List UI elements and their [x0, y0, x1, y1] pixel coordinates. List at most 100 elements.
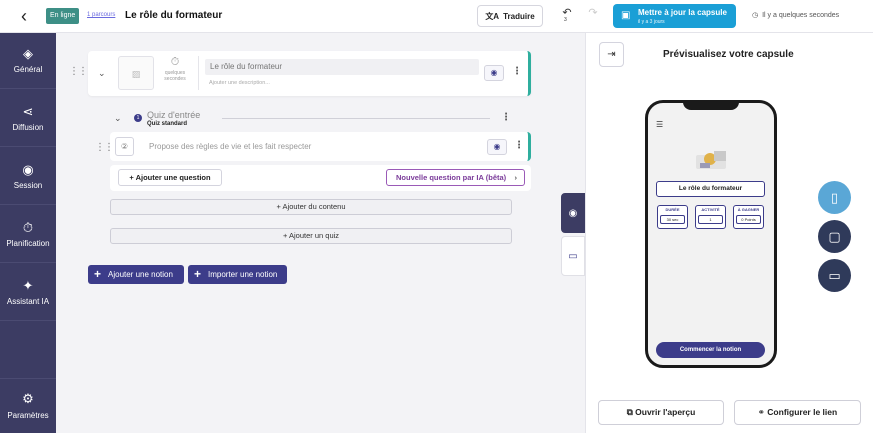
configure-link-button[interactable]: ⚭ Configurer le lien [734, 400, 861, 425]
translate-icon: 文A [485, 11, 500, 21]
link-icon: ⚭ [757, 407, 765, 417]
target-icon: ◉ [22, 162, 34, 177]
status-badge: En ligne [46, 8, 80, 24]
save-icon: ▣ [621, 10, 631, 21]
chevron-right-icon: › [514, 173, 518, 182]
phone-capsule-title: Le rôle du formateur [656, 181, 765, 197]
preview-title: Prévisualisez votre capsule [663, 49, 794, 60]
more-options-icon[interactable]: ⋮ [501, 112, 511, 123]
phone-notch [683, 101, 739, 110]
gear-icon: ⚙ [22, 391, 34, 406]
sidebar-item-session[interactable]: ◉ Session [0, 149, 56, 205]
comments-tab-icon[interactable]: ▭ [561, 236, 585, 276]
question-text[interactable]: Propose des règles de vie et les fait re… [149, 142, 311, 151]
duration-label: quelques secondes [164, 70, 186, 82]
phone-frame [645, 100, 777, 368]
duration-indicator: ⏱ quelques secondes [160, 56, 190, 82]
sidebar-item-general[interactable]: ◈ Général [0, 33, 56, 89]
clock-icon: ◷ [752, 12, 759, 19]
add-question-button[interactable]: + Ajouter une question [118, 169, 222, 186]
open-preview-label: Ouvrir l'aperçu [635, 407, 696, 417]
stat-duration: DURÉE 30 sec [657, 205, 688, 229]
stat-value: 30 sec [660, 215, 685, 224]
pill-icon: ◈ [23, 46, 33, 61]
stat-points: À GAGNER 0 Points [733, 205, 764, 229]
parcours-link[interactable]: 1 parcours [87, 12, 115, 18]
update-label: Mettre à jour la capsule [638, 8, 727, 17]
add-notion-label: Ajouter une notion [108, 270, 173, 279]
sidebar-item-label: Planification [6, 239, 50, 248]
add-content-label: Ajouter du contenu [282, 202, 346, 211]
translate-label: Traduire [503, 11, 535, 21]
configure-link-label: Configurer le lien [767, 407, 838, 417]
visibility-eye-icon[interactable]: ◉ [487, 139, 507, 155]
chevron-down-icon[interactable]: ⌄ [114, 113, 122, 124]
sidebar-item-assistant-ia[interactable]: ✦ Assistant IA [0, 265, 56, 321]
start-notion-button[interactable]: Commencer la notion [656, 342, 765, 358]
ai-question-button[interactable]: Nouvelle question par IA (bêta) › [386, 169, 525, 186]
sidebar: ◈ Général ⋖ Diffusion ◉ Session ⏱ Planif… [0, 33, 56, 433]
undo-icon[interactable]: ↶ [559, 6, 575, 26]
timer-icon: ⏱ [22, 220, 34, 235]
sidebar-item-label: Paramètres [7, 411, 49, 420]
sparkle-icon: ✦ [22, 278, 34, 293]
sidebar-item-label: Assistant IA [6, 297, 50, 306]
cast-icon: ⧉ [626, 407, 633, 417]
laptop-device-icon[interactable]: ▭ [818, 259, 851, 292]
page-title: Le rôle du formateur [125, 10, 223, 21]
import-notion-label: Importer une notion [208, 270, 278, 279]
hamburger-menu-icon: ☰ [656, 120, 664, 129]
plus-icon: + [94, 267, 102, 281]
chapter-title-input[interactable] [205, 59, 479, 75]
question-type-icon: ② [115, 137, 134, 156]
plus-icon: + [282, 231, 288, 240]
update-capsule-button[interactable]: ▣ Mettre à jour la capsule il y a 3 jour… [613, 4, 736, 28]
chapter-description-input[interactable]: Ajouter une description... [209, 80, 270, 86]
phone-device-icon[interactable]: ▯ [818, 181, 851, 214]
drag-handle-icon[interactable]: ⋮⋮ [69, 66, 88, 77]
saved-status-text: Il y a quelques secondes [762, 11, 840, 19]
quiz-badge: 1 [134, 114, 142, 122]
plus-icon: + [194, 267, 202, 281]
quiz-subtitle: Quiz standard [147, 121, 188, 127]
quiz-title[interactable]: Quiz d'entrée [147, 110, 200, 120]
plus-icon: + [276, 202, 281, 211]
redo-icon[interactable]: ↷ [585, 6, 601, 26]
stat-value: 0 Points [736, 215, 761, 224]
add-content-button[interactable]: + Ajouter du contenu [110, 199, 512, 215]
sidebar-item-label: Session [13, 181, 43, 190]
sidebar-item-diffusion[interactable]: ⋖ Diffusion [0, 91, 56, 147]
saved-status: ◷ Il y a quelques secondes [752, 11, 840, 20]
more-options-icon[interactable]: ⋮ [514, 140, 524, 151]
stopwatch-icon: ⏱ [170, 56, 180, 68]
preview-tab-eye-icon[interactable]: ◉ [561, 193, 585, 233]
tablet-device-icon[interactable]: ▢ [818, 220, 851, 253]
undo-count: 3 [564, 17, 567, 23]
stat-value: 1 [698, 215, 723, 224]
top-bar: ‹ En ligne 1 parcours Le rôle du formate… [0, 0, 873, 33]
add-question-label: Ajouter une question [135, 173, 211, 182]
stat-label: ACTIVITÉ [701, 207, 720, 212]
share-icon: ⋖ [22, 104, 34, 119]
chevron-down-icon[interactable]: ⌄ [98, 68, 106, 79]
divider [198, 56, 199, 90]
stat-label: À GAGNER [737, 207, 760, 212]
add-notion-button[interactable]: + Ajouter une notion [88, 265, 184, 284]
add-quiz-label: Ajouter un quiz [289, 231, 340, 240]
more-options-icon[interactable]: ⋮ [512, 66, 522, 77]
import-notion-button[interactable]: + Importer une notion [188, 265, 287, 284]
sidebar-item-label: Diffusion [12, 123, 44, 132]
collapse-panel-icon[interactable]: ⇥ [599, 42, 624, 67]
sidebar-item-planification[interactable]: ⏱ Planification [0, 207, 56, 263]
capsule-illustration [696, 151, 726, 169]
visibility-eye-icon[interactable]: ◉ [484, 65, 504, 81]
update-sublabel: il y a 3 jours [638, 19, 665, 25]
image-placeholder-icon[interactable]: ▨ [118, 56, 154, 90]
back-arrow-icon[interactable]: ‹ [14, 7, 34, 27]
divider [222, 118, 490, 119]
sidebar-item-settings[interactable]: ⚙ Paramètres [0, 378, 56, 433]
add-quiz-button[interactable]: + Ajouter un quiz [110, 228, 512, 244]
open-preview-button[interactable]: ⧉ Ouvrir l'aperçu [598, 400, 724, 425]
translate-button[interactable]: 文A Traduire [477, 5, 543, 27]
ai-question-label: Nouvelle question par IA (bêta) [396, 173, 507, 182]
